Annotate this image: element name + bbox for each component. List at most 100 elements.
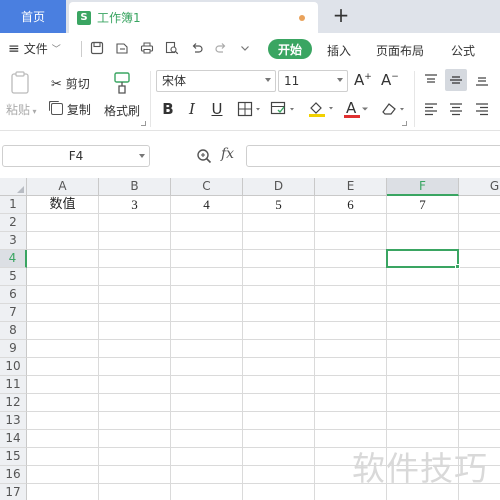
italic-button[interactable]: I [184, 98, 200, 120]
align-center-icon [450, 103, 462, 116]
cell-f1[interactable]: 7 [387, 196, 458, 214]
menu-tab-page-layout[interactable]: 页面布局 [376, 42, 424, 59]
divider [414, 71, 415, 127]
cell-c1[interactable]: 4 [171, 196, 242, 214]
align-middle-button[interactable] [449, 73, 463, 90]
grid-line [27, 375, 500, 376]
column-header-d[interactable]: D [243, 178, 315, 196]
align-left-button[interactable] [424, 102, 438, 119]
grid-line [27, 393, 500, 394]
undo-button[interactable] [189, 40, 205, 56]
unsaved-dot-icon[interactable] [299, 15, 305, 21]
grid-line [27, 231, 500, 232]
menu-tab-insert[interactable]: 插入 [327, 42, 351, 59]
align-top-button[interactable] [424, 73, 438, 90]
tab-home[interactable]: 首页 [0, 0, 66, 33]
select-all-corner[interactable] [0, 178, 27, 196]
borders-button[interactable] [236, 98, 264, 120]
row-header-16[interactable]: 16 [0, 466, 27, 484]
increase-font-size-button[interactable]: A+ [354, 71, 372, 89]
export-pdf-button[interactable] [114, 40, 130, 56]
paste-button[interactable] [10, 71, 32, 98]
column-header-c[interactable]: C [171, 178, 243, 196]
cell-d1[interactable]: 5 [243, 196, 314, 214]
align-center-button[interactable] [449, 102, 463, 119]
clipboard-group-launcher-icon[interactable] [141, 121, 146, 126]
grid-line [314, 196, 315, 500]
row-header-7[interactable]: 7 [0, 304, 27, 322]
align-top-icon [425, 74, 437, 83]
row-header-12[interactable]: 12 [0, 394, 27, 412]
clear-format-button[interactable] [379, 98, 409, 120]
decrease-font-size-button[interactable]: A− [381, 71, 399, 89]
paint-bucket-icon [309, 102, 333, 117]
row-header-14[interactable]: 14 [0, 430, 27, 448]
zoom-icon[interactable] [196, 148, 212, 164]
file-menu[interactable]: ≡ 文件 ﹀ [8, 40, 61, 57]
new-tab-button[interactable]: + [330, 5, 352, 27]
column-header-a[interactable]: A [27, 178, 99, 196]
name-box[interactable]: F4 [2, 145, 150, 167]
fill-color-button[interactable] [306, 98, 338, 120]
column-header-e[interactable]: E [315, 178, 387, 196]
tab-workbook-label: 工作簿1 [97, 11, 141, 25]
row-header-3[interactable]: 3 [0, 232, 27, 250]
divider [81, 41, 82, 57]
font-group-launcher-icon[interactable] [402, 121, 407, 126]
font-name-select[interactable]: 宋体 [156, 70, 276, 92]
cut-button[interactable]: ✂ 剪切 [51, 75, 90, 92]
grid-line [27, 321, 500, 322]
column-header-g[interactable]: G [459, 178, 500, 196]
quick-access-more-button[interactable] [237, 40, 253, 56]
row-header-5[interactable]: 5 [0, 268, 27, 286]
grid-line [27, 357, 500, 358]
formula-input[interactable] [246, 145, 500, 167]
undo-icon [192, 43, 203, 53]
font-color-button[interactable]: A [342, 98, 372, 120]
menu-tab-formulas[interactable]: 公式 [451, 42, 475, 59]
row-header-2[interactable]: 2 [0, 214, 27, 232]
grid-line [27, 339, 500, 340]
cell-e1[interactable]: 6 [315, 196, 386, 214]
tab-workbook[interactable]: S 工作簿1 [69, 2, 318, 33]
file-menu-label: 文件 [23, 42, 48, 56]
save-button[interactable] [89, 40, 105, 56]
row-header-1[interactable]: 1 [0, 196, 27, 214]
insert-function-button[interactable]: fx [221, 146, 234, 162]
column-header-f[interactable]: F [387, 178, 459, 196]
align-bottom-icon [476, 77, 488, 86]
row-header-9[interactable]: 9 [0, 340, 27, 358]
redo-button[interactable] [213, 40, 229, 56]
cell-a1[interactable]: 数值 [27, 196, 98, 214]
row-header-8[interactable]: 8 [0, 322, 27, 340]
eraser-icon [382, 103, 404, 115]
grid-line [242, 196, 243, 500]
row-header-4[interactable]: 4 [0, 250, 27, 268]
menu-tab-home[interactable]: 开始 [268, 39, 312, 59]
cut-label: 剪切 [65, 77, 90, 91]
row-header-17[interactable]: 17 [0, 484, 27, 500]
scissors-icon: ✂ [51, 77, 62, 92]
format-painter-button[interactable] [112, 71, 132, 98]
cell-style-button[interactable] [269, 98, 299, 120]
font-size-select[interactable]: 11 [278, 70, 348, 92]
row-header-13[interactable]: 13 [0, 412, 27, 430]
chevron-down-icon [139, 154, 145, 158]
column-header-b[interactable]: B [99, 178, 171, 196]
print-button[interactable] [139, 40, 155, 56]
align-right-button[interactable] [475, 102, 489, 119]
chevron-down-icon [241, 46, 249, 51]
row-header-10[interactable]: 10 [0, 358, 27, 376]
cell-b1[interactable]: 3 [99, 196, 170, 214]
row-header-11[interactable]: 11 [0, 376, 27, 394]
print-preview-icon [165, 41, 179, 55]
row-header-15[interactable]: 15 [0, 448, 27, 466]
fill-handle[interactable] [455, 264, 460, 269]
active-cell-selection[interactable] [386, 249, 459, 268]
bold-button[interactable]: B [160, 98, 176, 120]
align-bottom-button[interactable] [475, 73, 489, 90]
row-header-6[interactable]: 6 [0, 286, 27, 304]
print-preview-button[interactable] [164, 40, 180, 56]
copy-button[interactable]: 复制 [51, 101, 91, 118]
underline-button[interactable]: U [208, 98, 226, 120]
